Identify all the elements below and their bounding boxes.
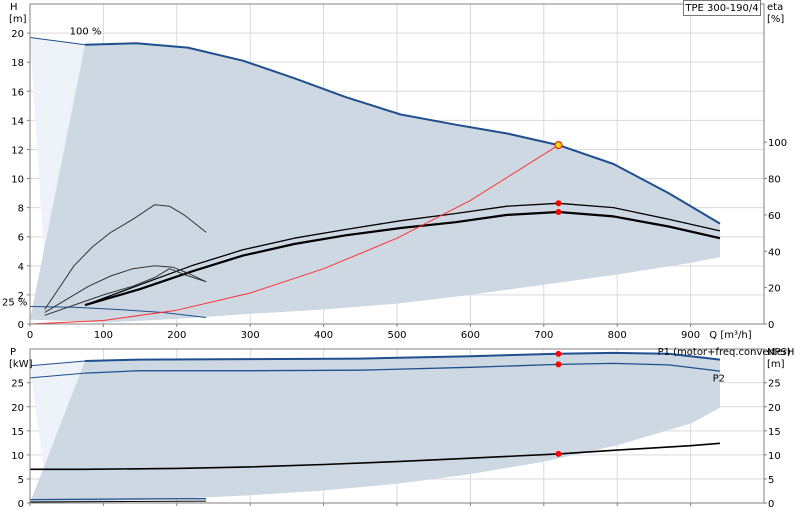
y2-axis-unit: [%] — [767, 14, 784, 25]
y-axis-title: H — [10, 2, 18, 13]
x-axis-title: Q [m³/h] — [709, 330, 751, 341]
curve-label-100: 100 % — [70, 26, 102, 37]
pump-curve-chart: 02468101214161820020406080100H[m]eta[%]0… — [2, 2, 794, 510]
x-tick-label: 900 — [681, 330, 700, 341]
y-tick-label: 20 — [11, 403, 24, 414]
y-tick-label: 0 — [18, 320, 24, 331]
y-tick-label: 15 — [11, 427, 24, 438]
duty-point-2 — [555, 450, 562, 457]
series-label-p1: P1 (motor+freq.converter) — [658, 347, 791, 358]
y2-tick-label: 20 — [768, 284, 781, 295]
duty-point-1 — [555, 200, 562, 207]
y2-tick-label: 10 — [768, 451, 781, 462]
x-tick-label: 0 — [27, 330, 33, 341]
y2-axis-unit: [m] — [767, 359, 785, 370]
y2-tick-label: 60 — [768, 211, 781, 222]
x-tick-label: 500 — [387, 330, 406, 341]
duty-point-0 — [555, 350, 562, 357]
y-tick-label: 5 — [18, 475, 24, 486]
y-tick-label: 14 — [11, 116, 24, 127]
y2-axis-title: eta — [767, 2, 783, 13]
y2-tick-label: 100 — [768, 138, 787, 149]
y-tick-label: 4 — [18, 262, 24, 273]
series-label-p2: P2 — [713, 374, 725, 385]
y-tick-label: 20 — [11, 29, 24, 40]
x-tick-label: 700 — [534, 330, 553, 341]
y2-tick-label: 20 — [768, 403, 781, 414]
y2-tick-label: 25 — [768, 379, 781, 390]
x-tick-label: 600 — [461, 330, 480, 341]
x-tick-label: 800 — [608, 330, 627, 341]
y2-tick-label: 5 — [768, 475, 774, 486]
y-axis-unit: [m] — [9, 14, 27, 25]
y-tick-label: 10 — [11, 175, 24, 186]
y-tick-label: 25 — [11, 379, 24, 390]
y2-tick-label: 40 — [768, 247, 781, 258]
y-tick-label: 8 — [18, 204, 24, 215]
y2-tick-label: 0 — [768, 320, 774, 331]
y2-tick-label: 0 — [768, 499, 774, 510]
y-tick-label: 6 — [18, 233, 24, 244]
model-label-box: TPE 300-190/4 — [683, 0, 761, 16]
y2-tick-label: 15 — [768, 427, 781, 438]
y-tick-label: 16 — [11, 87, 24, 98]
y-tick-label: 10 — [11, 451, 24, 462]
y-tick-label: 18 — [11, 58, 24, 69]
model-label: TPE 300-190/4 — [685, 3, 759, 14]
y-tick-label: 0 — [18, 499, 24, 510]
y-tick-label: 12 — [11, 145, 24, 156]
y-axis-title: P — [10, 347, 16, 358]
duty-point-0 — [554, 141, 563, 150]
y-axis-unit: [kW] — [9, 359, 33, 370]
x-tick-label: 300 — [241, 330, 260, 341]
x-tick-label: 400 — [314, 330, 333, 341]
y2-tick-label: 80 — [768, 175, 781, 186]
x-tick-label: 200 — [167, 330, 186, 341]
duty-point-2 — [555, 209, 562, 215]
duty-point-1 — [555, 361, 562, 368]
curve-label-25: 25 % — [2, 298, 27, 309]
x-tick-label: 100 — [94, 330, 113, 341]
